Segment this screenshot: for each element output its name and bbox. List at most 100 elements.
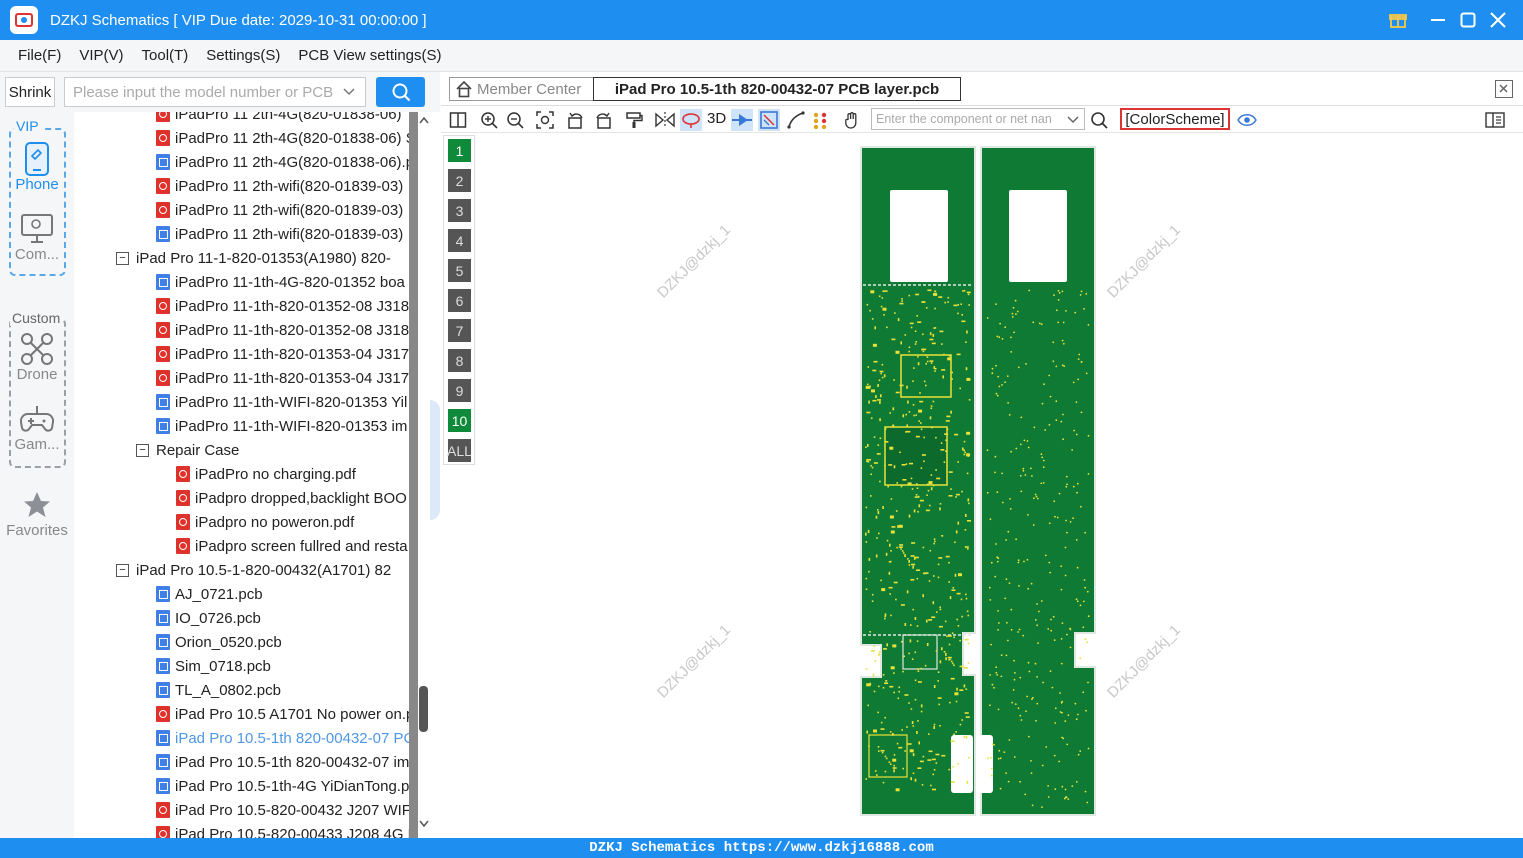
right-panel-toggle-icon[interactable] bbox=[1484, 109, 1506, 131]
3d-view-button[interactable]: 3D bbox=[707, 110, 726, 127]
pdf-file-icon bbox=[156, 130, 170, 146]
menu-vip[interactable]: VIP(V) bbox=[71, 47, 131, 64]
eye-icon[interactable] bbox=[1236, 109, 1258, 131]
tab-active-pcb-file[interactable]: iPad Pro 10.5-1th 820-00432-07 PCB layer… bbox=[593, 77, 961, 101]
scrollbar-track[interactable] bbox=[409, 112, 418, 838]
pcb-board-drawing[interactable] bbox=[859, 145, 1097, 817]
tree-file-item[interactable]: AJ_0721.pcb bbox=[156, 582, 263, 606]
tree-file-item[interactable]: iPadPro 11-1th-820-01353-04 J317 bbox=[156, 366, 409, 390]
chevron-down-icon[interactable] bbox=[1067, 113, 1079, 128]
tree-file-item[interactable]: iPadPro 11 2th-4G(820-01838-06).p bbox=[156, 150, 409, 174]
rotate-right-icon[interactable] bbox=[592, 109, 614, 131]
close-icon[interactable] bbox=[1483, 5, 1513, 35]
model-search-input[interactable] bbox=[73, 83, 333, 101]
zoom-in-icon[interactable] bbox=[478, 109, 500, 131]
sidebar-item-computer[interactable]: Com... bbox=[0, 212, 74, 263]
tree-file-item[interactable]: iPadPro 11-1th-WIFI-820-01353 im bbox=[156, 414, 407, 438]
minimize-icon[interactable] bbox=[1423, 5, 1453, 35]
layer-button[interactable]: 6 bbox=[448, 289, 471, 312]
tree-file-item[interactable]: iPadPro 11 2th-4G(820-01838-06) bbox=[156, 112, 402, 126]
tree-file-item[interactable]: TL_A_0802.pcb bbox=[156, 678, 281, 702]
tree-file-item[interactable]: iPadPro no charging.pdf bbox=[176, 462, 356, 486]
panel-splitter-handle[interactable] bbox=[430, 400, 440, 520]
layer-button[interactable]: 3 bbox=[448, 199, 471, 222]
tree-file-item[interactable]: iPad Pro 10.5-820-00432 J207 WIFI bbox=[156, 798, 409, 822]
collapse-icon[interactable]: − bbox=[136, 443, 149, 457]
chevron-down-icon[interactable] bbox=[343, 84, 355, 100]
sidebar-item-game[interactable]: Gam... bbox=[0, 402, 74, 453]
split-view-icon[interactable] bbox=[447, 109, 469, 131]
tree-file-item[interactable]: iPadpro dropped,backlight BOO bbox=[176, 486, 407, 510]
tree-file-item[interactable]: iPadPro 11 2th-wifi(820-01839-03) bbox=[156, 174, 403, 198]
layer-button[interactable]: 4 bbox=[448, 229, 471, 252]
pcb-select-icon[interactable] bbox=[758, 109, 780, 131]
tree-file-item[interactable]: iPad Pro 10.5-1th-4G YiDianTong.p bbox=[156, 774, 409, 798]
color-scheme-button[interactable]: [ColorScheme] bbox=[1120, 108, 1230, 130]
scroll-down-icon[interactable] bbox=[419, 820, 429, 831]
sidebar-item-favorites[interactable]: Favorites bbox=[0, 488, 74, 539]
tree-file-item[interactable]: iPad Pro 10.5-1th 820-00432-07 PC bbox=[156, 726, 409, 750]
close-all-tabs-icon[interactable] bbox=[1495, 80, 1513, 98]
sidebar-item-phone[interactable]: Phone bbox=[0, 142, 74, 193]
tree-file-item[interactable]: iPad Pro 10.5 A1701 No power on.p bbox=[156, 702, 409, 726]
collapse-icon[interactable]: − bbox=[116, 563, 129, 577]
layer-button[interactable]: 10 bbox=[448, 409, 471, 432]
menu-file[interactable]: File(F) bbox=[10, 47, 69, 64]
tree-file-item[interactable]: iPadPro 11 2th-wifi(820-01839-03) bbox=[156, 198, 403, 222]
maximize-icon[interactable] bbox=[1453, 5, 1483, 35]
tree-folder[interactable]: − Repair Case bbox=[136, 438, 239, 462]
layer-button[interactable]: 7 bbox=[448, 319, 471, 342]
tree-file-item[interactable]: iPadPro 11-1th-820-01353-04 J317 bbox=[156, 342, 409, 366]
flip-view-icon[interactable] bbox=[731, 109, 753, 131]
tree-file-item[interactable]: iPadPro 11-1th-820-01352-08 J318 bbox=[156, 318, 409, 342]
watermark: DZKJ@dzkj_1 bbox=[1104, 221, 1185, 302]
layer-button[interactable]: 5 bbox=[448, 259, 471, 282]
pan-hand-icon[interactable] bbox=[841, 109, 863, 131]
tree-file-item[interactable]: iPadpro screen fullred and resta bbox=[176, 534, 408, 558]
tree-file-item[interactable]: iPadPro 11-1th-4G-820-01352 boa bbox=[156, 270, 405, 294]
scroll-up-icon[interactable] bbox=[419, 116, 429, 127]
tree-file-item[interactable]: Orion_0520.pcb bbox=[156, 630, 282, 654]
menu-settings[interactable]: Settings(S) bbox=[198, 47, 288, 64]
color-dots-icon[interactable] bbox=[810, 109, 832, 131]
collapse-icon[interactable]: − bbox=[116, 251, 129, 265]
tree-file-item[interactable]: iPadPro 11 2th-4G(820-01838-06) S bbox=[156, 126, 409, 150]
zoom-out-icon[interactable] bbox=[504, 109, 526, 131]
tree-folder[interactable]: − iPad Pro 11-1-820-01353(A1980) 820- bbox=[116, 246, 391, 270]
tree-file-item[interactable]: iPad Pro 10.5-820-00433 J208 4G L bbox=[156, 822, 409, 838]
layer-button[interactable]: 2 bbox=[448, 169, 471, 192]
pcb-canvas[interactable]: 1 2 3 4 5 6 7 8 9 10 ALL DZKJ@dzkj_1 DZKJ@dzkj_1 D… bbox=[441, 133, 1523, 838]
tree-file-item[interactable]: iPad Pro 10.5-1th 820-00432-07 im bbox=[156, 750, 409, 774]
file-tree: iPadPro 11 2th-4G(820-01838-06) iPadPro 1… bbox=[74, 112, 409, 838]
tree-file-item[interactable]: iPadPro 11-1th-WIFI-820-01353 Yil bbox=[156, 390, 407, 414]
rotate-left-icon[interactable] bbox=[565, 109, 587, 131]
search-button[interactable] bbox=[376, 77, 425, 107]
sidebar-item-drone[interactable]: Drone bbox=[0, 332, 74, 383]
tree-folder[interactable]: − iPad Pro 10.5-1-820-00432(A1701) 82 bbox=[116, 558, 391, 582]
scrollbar-thumb[interactable] bbox=[419, 686, 428, 732]
mirror-icon[interactable] bbox=[654, 109, 676, 131]
format-painter-icon[interactable] bbox=[623, 109, 645, 131]
menu-pcb-view-settings[interactable]: PCB View settings(S) bbox=[290, 47, 449, 64]
shrink-button[interactable]: Shrink bbox=[5, 77, 55, 107]
layer-button[interactable]: ALL bbox=[447, 439, 472, 462]
layer-button[interactable]: 1 bbox=[448, 139, 471, 162]
menu-tool[interactable]: Tool(T) bbox=[134, 47, 197, 64]
layer-button[interactable]: 8 bbox=[448, 349, 471, 372]
tree-file-item[interactable]: iPadpro no poweron.pdf bbox=[176, 510, 354, 534]
tree-item-label: iPad Pro 10.5-820-00432 J207 WIFI bbox=[175, 801, 409, 819]
tree-file-item[interactable]: IO_0726.pcb bbox=[156, 606, 261, 630]
highlight-net-icon[interactable] bbox=[680, 109, 702, 131]
tree-file-item[interactable]: iPadPro 11-1th-820-01352-08 J318 bbox=[156, 294, 409, 318]
trace-icon[interactable] bbox=[785, 109, 807, 131]
gift-icon[interactable] bbox=[1383, 5, 1413, 35]
tree-file-item[interactable]: Sim_0718.pcb bbox=[156, 654, 271, 678]
left-toolbar: Shrink bbox=[0, 72, 440, 112]
fit-view-icon[interactable] bbox=[534, 109, 556, 131]
layer-button[interactable]: 9 bbox=[448, 379, 471, 402]
component-search-input[interactable] bbox=[876, 112, 1061, 126]
pcb-file-icon bbox=[156, 634, 170, 650]
tree-item-label: iPadPro 11 2th-wifi(820-01839-03) bbox=[175, 225, 404, 243]
tree-file-item[interactable]: iPadPro 11 2th-wifi(820-01839-03) bbox=[156, 222, 403, 246]
search-icon[interactable] bbox=[1088, 109, 1110, 131]
